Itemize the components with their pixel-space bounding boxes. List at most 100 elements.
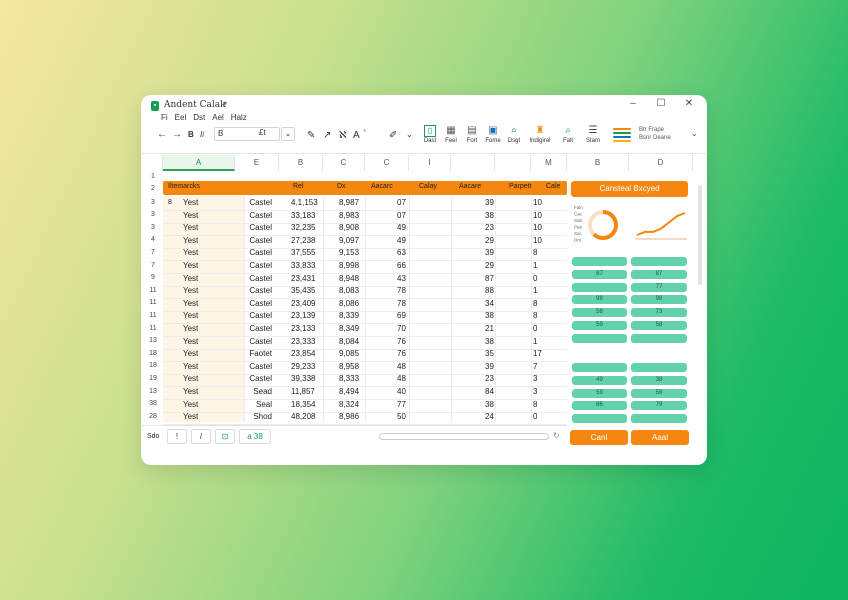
table-cell[interactable]: Castel — [249, 286, 272, 295]
metric-pill[interactable]: 98 — [572, 295, 627, 305]
table-cell[interactable]: 48,208 — [291, 412, 315, 421]
horizontal-scrollbar[interactable] — [379, 433, 549, 440]
pen-tool-icon[interactable]: ✐ — [389, 130, 397, 141]
table-cell[interactable]: 70 — [397, 324, 406, 333]
table-cell[interactable]: 23,139 — [291, 311, 315, 320]
table-cell[interactable]: 8,987 — [339, 198, 359, 207]
ribbon-sort-button[interactable]: ☰ Stam — [581, 125, 605, 144]
table-cell[interactable]: 40 — [397, 387, 406, 396]
row-number[interactable]: 18 — [145, 350, 161, 357]
table-cell[interactable]: 1 — [533, 337, 537, 346]
table-cell[interactable]: 8,324 — [339, 400, 359, 409]
table-cell[interactable]: 8,494 — [339, 387, 359, 396]
table-cell[interactable]: 63 — [397, 248, 406, 257]
table-cell[interactable]: 8 — [533, 400, 537, 409]
table-cell[interactable]: Yest — [183, 236, 198, 245]
column-header[interactable] — [495, 155, 531, 171]
italic-button[interactable]: Ii — [200, 130, 204, 139]
format-dropdown-icon[interactable]: ⌄ — [281, 127, 295, 141]
minimize-icon[interactable]: – — [627, 98, 639, 110]
row-number[interactable]: 1 — [145, 173, 161, 180]
metric-pill[interactable]: 87 — [631, 269, 687, 279]
table-cell[interactable]: 17 — [533, 349, 542, 358]
symbol-tool-icon[interactable]: ℵ — [339, 130, 346, 141]
table-cell[interactable]: 8,998 — [339, 261, 359, 270]
table-cell[interactable]: 35 — [485, 349, 494, 358]
table-cell[interactable]: 23,431 — [291, 274, 315, 283]
table-cell[interactable]: 49 — [397, 236, 406, 245]
table-cell[interactable]: 38 — [485, 337, 494, 346]
table-cell[interactable]: 8,948 — [339, 274, 359, 283]
header-cell[interactable]: Dx — [337, 183, 346, 190]
table-cell[interactable]: 66 — [397, 261, 406, 270]
metric-pill[interactable]: 77 — [631, 282, 687, 292]
table-cell[interactable]: 38 — [485, 211, 494, 220]
menu-item-data[interactable]: Dst — [193, 113, 205, 122]
column-header[interactable] — [451, 155, 495, 171]
table-cell[interactable]: Yest — [183, 374, 198, 383]
table-cell[interactable]: 87 — [485, 274, 494, 283]
table-cell[interactable]: 39 — [485, 198, 494, 207]
table-cell[interactable]: 76 — [397, 337, 406, 346]
table-cell[interactable]: 3 — [533, 374, 537, 383]
column-header[interactable]: D — [629, 155, 693, 171]
superscript-icon[interactable]: ⁺ — [363, 128, 367, 136]
table-cell[interactable]: 8,339 — [339, 311, 359, 320]
row-number[interactable]: 7 — [145, 249, 161, 256]
metric-pill[interactable]: 59 — [572, 388, 627, 398]
sheet-tab[interactable]: a 38 — [239, 429, 271, 444]
table-cell[interactable]: 10 — [533, 223, 542, 232]
table-cell[interactable]: 23 — [485, 374, 494, 383]
table-cell[interactable]: 88 — [485, 286, 494, 295]
table-cell[interactable]: 29 — [485, 261, 494, 270]
metric-pill[interactable]: 86 — [572, 401, 627, 411]
table-cell[interactable]: Yest — [183, 412, 198, 421]
metric-pill[interactable] — [572, 363, 627, 372]
table-cell[interactable]: Yest — [183, 223, 198, 232]
row-number[interactable]: 9 — [145, 274, 161, 281]
table-cell[interactable]: Yest — [183, 311, 198, 320]
table-cell[interactable]: 8,983 — [339, 211, 359, 220]
table-cell[interactable]: 43 — [397, 274, 406, 283]
table-cell[interactable]: 24 — [485, 412, 494, 421]
table-cell[interactable]: Faotet — [249, 349, 272, 358]
metric-pill[interactable] — [631, 414, 687, 424]
header-cell[interactable]: Aacare — [459, 183, 481, 190]
column-header[interactable]: A — [163, 155, 235, 171]
corner-cell[interactable] — [141, 155, 163, 171]
table-cell[interactable]: 7 — [533, 362, 537, 371]
sheet-button-2[interactable]: / — [191, 429, 211, 444]
font-size-select[interactable]: £t — [256, 127, 280, 141]
row-number[interactable]: 11 — [145, 299, 161, 306]
table-cell[interactable]: 07 — [397, 198, 406, 207]
table-cell[interactable]: Yest — [183, 198, 198, 207]
row-number[interactable]: 11 — [145, 312, 161, 319]
table-cell[interactable]: 69 — [397, 311, 406, 320]
table-cell[interactable]: 10 — [533, 198, 542, 207]
table-cell[interactable]: 27,238 — [291, 236, 315, 245]
sheet-button-3[interactable]: ⊡ — [215, 429, 235, 444]
header-cell[interactable]: Aacarc — [371, 183, 393, 190]
row-number[interactable]: 28 — [145, 413, 161, 420]
table-cell[interactable]: 38 — [485, 400, 494, 409]
metric-pill[interactable] — [631, 257, 687, 266]
table-cell[interactable]: 37,555 — [291, 248, 315, 257]
table-cell[interactable]: Shod — [253, 412, 272, 421]
table-cell[interactable]: 32,235 — [291, 223, 315, 232]
table-cell[interactable]: Castel — [249, 261, 272, 270]
table-cell[interactable]: 23 — [485, 223, 494, 232]
header-cell[interactable]: Parpett — [509, 183, 532, 190]
table-cell[interactable]: 29,233 — [291, 362, 315, 371]
row-number[interactable]: 11 — [145, 287, 161, 294]
table-cell[interactable]: 78 — [397, 286, 406, 295]
metric-pill[interactable]: 58 — [572, 308, 627, 318]
row-number[interactable]: 18 — [145, 362, 161, 369]
table-cell[interactable]: Castel — [249, 311, 272, 320]
metric-pill[interactable]: 49 — [572, 375, 627, 385]
header-cell[interactable]: Iltemarcks — [168, 183, 200, 190]
menu-item-add[interactable]: Ael — [212, 113, 224, 122]
table-cell[interactable]: Yest — [183, 286, 198, 295]
table-cell[interactable]: Castel — [249, 248, 272, 257]
table-cell[interactable]: Yest — [183, 400, 198, 409]
table-cell[interactable]: 8 — [533, 311, 537, 320]
